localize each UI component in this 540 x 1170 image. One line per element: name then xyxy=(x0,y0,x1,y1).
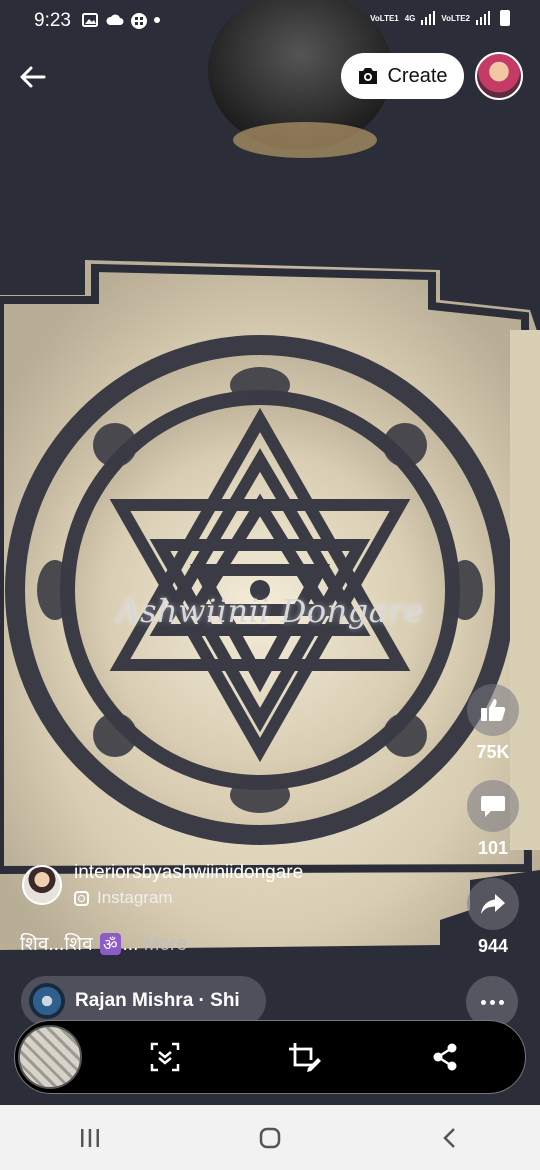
status-indicators: VoLTE1 4G VoLTE2 xyxy=(370,10,510,26)
signal-icon-2 xyxy=(476,11,490,25)
screenshot-thumbnail[interactable] xyxy=(18,1025,82,1089)
recent-apps-button[interactable] xyxy=(70,1118,110,1158)
share-count: 944 xyxy=(477,936,509,956)
camera-icon xyxy=(359,68,378,84)
create-button[interactable]: Create xyxy=(341,53,464,99)
share-button[interactable] xyxy=(467,878,519,930)
share-action[interactable]: 944 xyxy=(466,878,520,957)
share-screenshot-button[interactable] xyxy=(428,1040,462,1074)
create-label: Create xyxy=(387,64,448,87)
om-emoji: ॐ xyxy=(99,933,121,955)
caption-text: शिव...शिव xyxy=(20,934,93,955)
author-avatar[interactable] xyxy=(22,865,62,905)
source-label: Instagram xyxy=(97,888,173,907)
signal-icon xyxy=(421,11,436,25)
audio-disc-icon xyxy=(29,983,65,1019)
dot-icon xyxy=(489,999,495,1005)
home-icon xyxy=(259,1127,281,1148)
scroll-capture-button[interactable] xyxy=(148,1040,182,1074)
dot-icon xyxy=(154,17,160,23)
nav-back-button[interactable] xyxy=(430,1118,470,1158)
caption-ellipsis: ... xyxy=(122,934,139,955)
share-arrow-icon xyxy=(481,894,505,914)
status-bar: 9:23 VoLTE1 4G VoLTE2 xyxy=(0,0,540,40)
share-nodes-icon xyxy=(433,1043,457,1071)
more-link[interactable]: More xyxy=(144,934,187,955)
thumbs-up-icon xyxy=(481,699,506,721)
back-button[interactable] xyxy=(16,60,50,94)
network-label-2: VoLTE2 xyxy=(441,14,470,23)
network-type-label: 4G xyxy=(404,13,416,23)
profile-avatar[interactable] xyxy=(475,52,523,100)
comment-button[interactable] xyxy=(467,780,519,832)
audio-label: Rajan Mishra · Shi xyxy=(75,990,240,1011)
author-text: interiorsbyashwiiniidongare Instagram xyxy=(74,862,303,908)
crop-pen-icon xyxy=(289,1043,321,1072)
like-count: 75K xyxy=(476,742,510,762)
comment-action[interactable]: 101 xyxy=(466,780,520,859)
comment-bubble-icon xyxy=(481,796,505,817)
chevron-left-icon xyxy=(443,1127,455,1148)
like-action[interactable]: 75K xyxy=(466,684,520,763)
author-source: Instagram xyxy=(74,888,303,908)
audio-chip[interactable]: Rajan Mishra · Shi xyxy=(21,976,266,1026)
notification-icons xyxy=(82,12,160,29)
caption[interactable]: शिव...शिव ॐ... More xyxy=(20,930,187,956)
cloud-icon xyxy=(106,12,124,28)
battery-icon xyxy=(500,10,510,26)
volte1-label: VoLTE1 xyxy=(370,13,399,23)
video-watermark: Ashwiinii Dongare xyxy=(116,592,424,630)
arrow-left-icon xyxy=(20,66,46,88)
network-type: 4G xyxy=(405,14,416,23)
instagram-icon xyxy=(74,890,89,906)
dot-icon xyxy=(498,999,504,1005)
status-time: 9:23 xyxy=(34,10,71,31)
network-label-1: VoLTE1 xyxy=(370,14,399,23)
home-button[interactable] xyxy=(250,1118,290,1158)
volte2-label: VoLTE2 xyxy=(441,13,470,23)
comment-count: 101 xyxy=(477,838,509,858)
dot-icon xyxy=(480,999,486,1005)
gallery-icon xyxy=(82,12,98,28)
crop-edit-button[interactable] xyxy=(286,1040,321,1074)
author-info[interactable]: interiorsbyashwiiniidongare Instagram xyxy=(22,862,303,908)
scroll-capture-icon xyxy=(150,1042,180,1072)
reel-video[interactable]: 9:23 VoLTE1 4G VoLTE2 Create Ashwiinii D… xyxy=(0,0,540,1105)
like-button[interactable] xyxy=(467,684,519,736)
grid-app-icon xyxy=(130,12,147,29)
author-name[interactable]: interiorsbyashwiiniidongare xyxy=(74,862,303,884)
system-nav-bar xyxy=(0,1105,540,1170)
recent-apps-icon xyxy=(81,1128,99,1147)
